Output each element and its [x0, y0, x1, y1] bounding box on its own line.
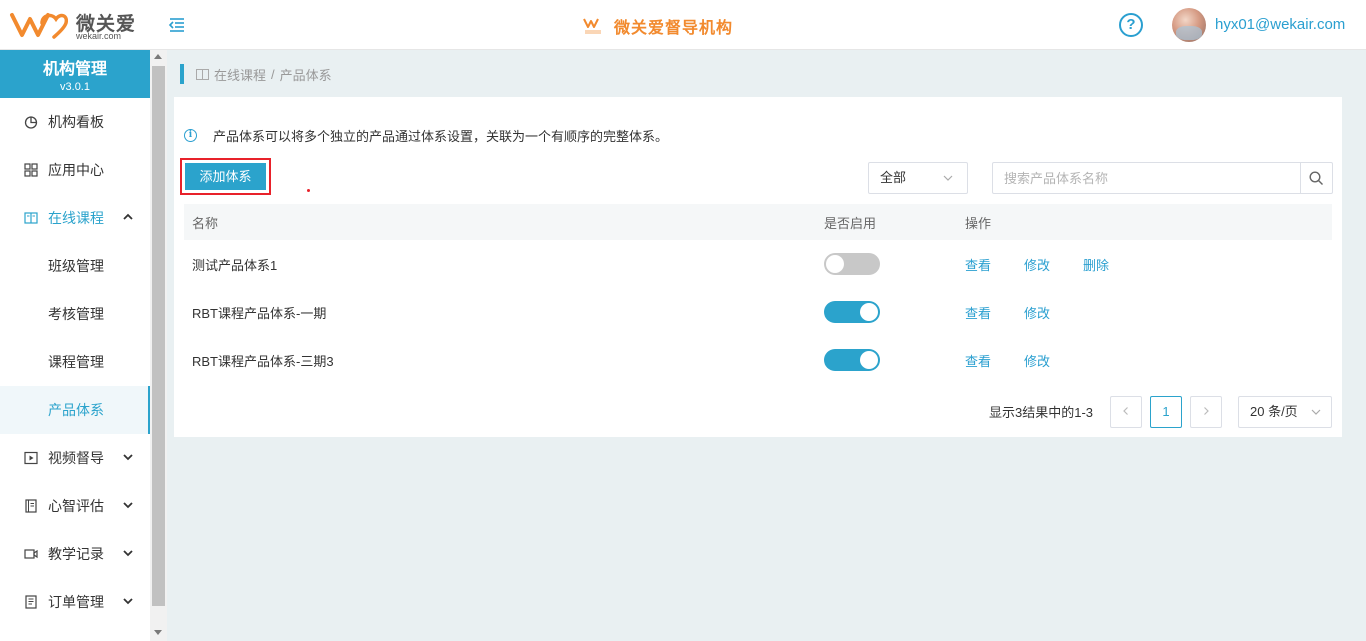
- col-actions-header: 操作: [965, 215, 992, 231]
- org-logo-icon: [583, 18, 601, 34]
- book-icon: [24, 211, 38, 225]
- breadcrumb-parent[interactable]: 在线课程: [214, 65, 266, 84]
- sidebar-item-label: 教学记录: [48, 546, 104, 562]
- chart-pie-icon: [24, 115, 38, 129]
- video-play-icon: [24, 451, 38, 465]
- chevron-down-icon: [123, 454, 133, 461]
- enable-toggle[interactable]: [824, 253, 880, 275]
- table-row: RBT课程产品体系-一期 查看 修改: [184, 288, 1332, 336]
- add-system-button[interactable]: 添加体系: [185, 163, 266, 190]
- search-icon: [1309, 170, 1323, 185]
- page-number-button[interactable]: 1: [1150, 396, 1182, 428]
- sidebar-item-dashboard[interactable]: 机构看板: [0, 98, 150, 146]
- scrollbar-thumb[interactable]: [152, 66, 165, 606]
- search-button[interactable]: [1300, 163, 1332, 193]
- sidebar-item-label: 应用中心: [48, 162, 104, 178]
- book-icon: [196, 68, 209, 80]
- order-icon: [24, 595, 38, 609]
- table-row: RBT课程产品体系-三期3 查看 修改: [184, 336, 1332, 384]
- sidebar-subitem-class-management[interactable]: 班级管理: [0, 242, 150, 290]
- grid-icon: [24, 163, 38, 177]
- breadcrumb: 在线课程 / 产品体系: [180, 64, 332, 84]
- sidebar-item-order-management[interactable]: 订单管理: [0, 578, 150, 626]
- sidebar-item-label: 视频督导: [48, 450, 104, 466]
- view-link[interactable]: 查看: [965, 255, 991, 274]
- brand-logo[interactable]: 微关爱 wekair.com: [8, 7, 138, 43]
- brand-domain: wekair.com: [76, 31, 122, 41]
- sidebar-item-online-course[interactable]: 在线课程: [0, 194, 150, 242]
- sidebar-item-video-supervision[interactable]: 视频督导: [0, 434, 150, 482]
- col-enabled-header: 是否启用: [824, 215, 877, 231]
- search-box: [992, 162, 1333, 194]
- sidebar-item-label: 在线课程: [48, 210, 104, 226]
- chevron-down-icon: [943, 175, 953, 181]
- table-header: 名称 是否启用 操作: [184, 204, 1332, 240]
- col-name-header: 名称: [192, 215, 219, 231]
- camera-icon: [24, 547, 38, 561]
- row-name: 测试产品体系1: [192, 257, 278, 273]
- sidebar-subitem-course-management[interactable]: 课程管理: [0, 338, 150, 386]
- info-icon: i: [184, 129, 197, 142]
- next-page-button[interactable]: [1190, 396, 1222, 428]
- sidebar-item-label: 机构看板: [48, 114, 104, 130]
- notebook-icon: [24, 499, 38, 513]
- sidebar-item-mind-assessment[interactable]: 心智评估: [0, 482, 150, 530]
- chevron-down-icon: [123, 502, 133, 509]
- edit-link[interactable]: 修改: [1024, 303, 1050, 322]
- org-title-text: 微关爱督导机构: [614, 20, 734, 37]
- sidebar-scrollbar[interactable]: [150, 50, 167, 641]
- table-row: 测试产品体系1 查看 修改 删除: [184, 240, 1332, 288]
- view-link[interactable]: 查看: [965, 351, 991, 370]
- enable-toggle[interactable]: [824, 301, 880, 323]
- row-name: RBT课程产品体系-三期3: [192, 353, 334, 369]
- breadcrumb-separator: /: [271, 66, 275, 82]
- enable-toggle[interactable]: [824, 349, 880, 371]
- page-size-select[interactable]: 20 条/页: [1238, 396, 1332, 428]
- row-name: RBT课程产品体系-一期: [192, 305, 327, 321]
- prev-page-button[interactable]: [1110, 396, 1142, 428]
- menu-collapse-icon[interactable]: [167, 15, 187, 35]
- sidebar-item-label: 订单管理: [48, 594, 104, 610]
- status-filter-select[interactable]: 全部: [868, 162, 968, 194]
- sidebar: 机构管理 v3.0.1 机构看板 应用中心 在线课程 班级管理 考核管理 课程管…: [0, 50, 150, 641]
- page-size-value: 20 条/页: [1250, 404, 1298, 419]
- edit-link[interactable]: 修改: [1024, 351, 1050, 370]
- sidebar-item-teaching-records[interactable]: 教学记录: [0, 530, 150, 578]
- app-version: v3.0.1: [60, 81, 90, 93]
- edit-link[interactable]: 修改: [1024, 255, 1050, 274]
- pagination-summary: 显示3结果中的1-3: [989, 405, 1094, 420]
- sidebar-subitem-exam-management[interactable]: 考核管理: [0, 290, 150, 338]
- add-button-highlight: 添加体系: [180, 158, 271, 195]
- breadcrumb-current: 产品体系: [279, 67, 332, 83]
- delete-link[interactable]: 删除: [1083, 255, 1109, 274]
- chevron-right-icon: [1204, 407, 1209, 415]
- top-header: 微关爱 wekair.com 微关爱督导机构 ? hyx01@wekair.co…: [0, 0, 1366, 50]
- notice-text: 产品体系可以将多个独立的产品通过体系设置，关联为一个有顺序的完整体系。: [213, 129, 669, 144]
- cursor-marker: [307, 189, 310, 192]
- product-system-table: 名称 是否启用 操作 测试产品体系1 查看 修改 删除 RBT课程产品体系-一期…: [184, 204, 1332, 384]
- scroll-up-icon[interactable]: [154, 54, 162, 59]
- view-link[interactable]: 查看: [965, 303, 991, 322]
- chevron-up-icon: [123, 213, 133, 220]
- sidebar-subitem-product-system[interactable]: 产品体系: [0, 386, 150, 434]
- sidebar-header: 机构管理 v3.0.1: [0, 50, 150, 98]
- avatar[interactable]: [1172, 8, 1206, 42]
- info-notice: i 产品体系可以将多个独立的产品通过体系设置，关联为一个有顺序的完整体系。: [184, 126, 668, 145]
- sidebar-item-label: 心智评估: [48, 498, 104, 514]
- org-title: 微关爱督导机构: [582, 14, 733, 38]
- scroll-down-icon[interactable]: [154, 630, 162, 635]
- heart-logo-icon: [10, 13, 68, 39]
- chevron-left-icon: [1123, 407, 1128, 415]
- chevron-down-icon: [123, 550, 133, 557]
- chevron-down-icon: [123, 598, 133, 605]
- filter-value: 全部: [880, 170, 907, 185]
- sidebar-title: 机构管理: [42, 61, 107, 78]
- content-card: i 产品体系可以将多个独立的产品通过体系设置，关联为一个有顺序的完整体系。 添加…: [174, 97, 1342, 437]
- chevron-down-icon: [1311, 409, 1321, 415]
- sidebar-item-app-center[interactable]: 应用中心: [0, 146, 150, 194]
- search-input[interactable]: [993, 163, 1300, 193]
- user-email[interactable]: hyx01@wekair.com: [1215, 16, 1345, 33]
- help-icon[interactable]: ?: [1119, 13, 1143, 37]
